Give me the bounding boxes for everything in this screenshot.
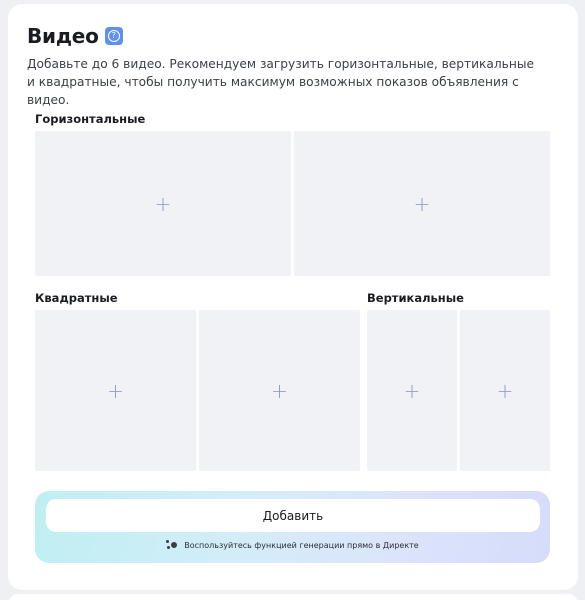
title-row: Видео ?	[27, 24, 123, 48]
generation-hint[interactable]: Воспользуйтесь функцией генерации прямо …	[35, 540, 550, 550]
vertical-slot-1[interactable]: +	[367, 310, 457, 471]
vertical-slot-2[interactable]: +	[460, 310, 550, 471]
hint-text: Воспользуйтесь функцией генерации прямо …	[184, 540, 419, 550]
plus-icon: +	[496, 378, 514, 403]
square-label: Квадратные	[35, 291, 118, 305]
plus-icon: +	[403, 378, 421, 403]
plus-icon: +	[154, 191, 172, 216]
plus-icon: +	[413, 191, 431, 216]
sparkle-icon	[166, 540, 178, 550]
add-button[interactable]: Добавить	[46, 499, 540, 532]
description-line-2: и квадратные, чтобы получить максимум во…	[27, 75, 519, 107]
horizontal-slot-1[interactable]: +	[35, 131, 291, 276]
video-description: Добавьте до 6 видео. Рекомендуем загрузи…	[27, 55, 547, 109]
next-card	[8, 594, 578, 600]
horizontal-label: Горизонтальные	[35, 112, 146, 126]
square-slot-1[interactable]: +	[35, 310, 196, 471]
add-video-block: Добавить Воспользуйтесь функцией генерац…	[35, 491, 550, 563]
question-mark-glyph: ?	[107, 30, 120, 42]
description-line-1: Добавьте до 6 видео. Рекомендуем загрузи…	[27, 57, 534, 71]
page-title: Видео	[27, 24, 99, 48]
horizontal-slot-2[interactable]: +	[294, 131, 550, 276]
vertical-label: Вертикальные	[367, 291, 464, 305]
plus-icon: +	[271, 378, 288, 403]
square-slot-2[interactable]: +	[199, 310, 360, 471]
question-icon[interactable]: ?	[104, 27, 123, 45]
plus-icon: +	[107, 378, 124, 403]
